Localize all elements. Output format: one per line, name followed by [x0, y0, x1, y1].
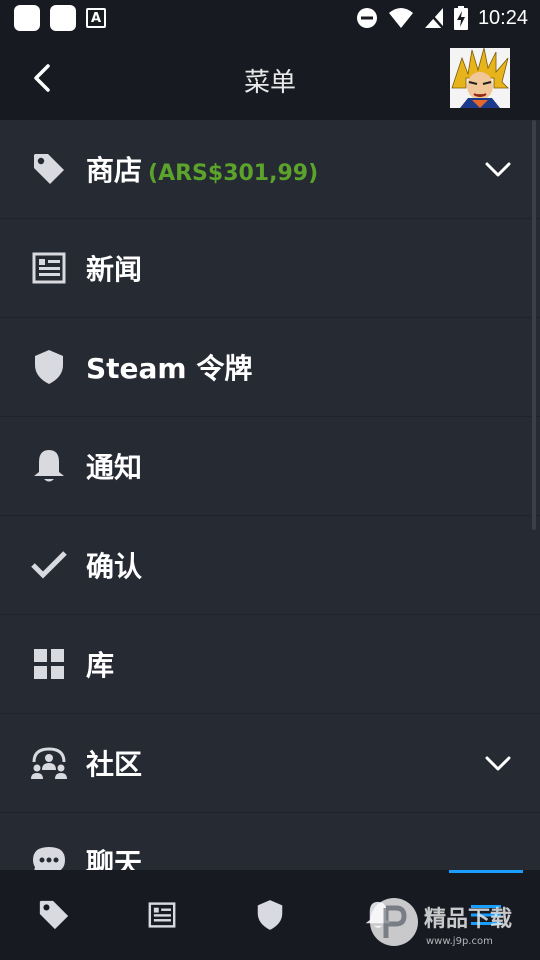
notification-a-icon: A: [86, 8, 106, 28]
menu-item-community[interactable]: 社区: [0, 714, 540, 813]
chevron-down-icon[interactable]: [484, 749, 512, 777]
bell-icon: [30, 447, 68, 485]
watermark-text: 精品下载: [424, 906, 512, 932]
status-notifications: A: [14, 5, 106, 31]
tab-news[interactable]: [108, 870, 216, 960]
tag-icon: [39, 900, 69, 930]
grid-icon: [30, 645, 68, 683]
menu-item-label: 确认: [86, 550, 143, 583]
chevron-down-icon[interactable]: [484, 155, 512, 183]
tab-store[interactable]: [0, 870, 108, 960]
checkmark-icon: [30, 546, 68, 584]
wifi-icon: [388, 8, 413, 28]
clock: 10:24: [477, 6, 528, 29]
menu-item-chat[interactable]: 聊天: [0, 813, 540, 872]
notification-icon: [50, 5, 76, 31]
menu-item-news[interactable]: 新闻: [0, 219, 540, 318]
menu-item-label: 商店 (ARS$301,99): [86, 154, 319, 187]
battery-charging-icon: [453, 6, 468, 30]
menu-list: 商店 (ARS$301,99) 新闻 Steam 令牌 通知 确认 库 社区 聊…: [0, 120, 540, 872]
app-header: 菜单: [0, 36, 540, 120]
shield-icon: [257, 900, 283, 930]
menu-item-notifications[interactable]: 通知: [0, 417, 540, 516]
watermark-url: www.j9p.com: [426, 936, 493, 947]
status-bar: A 10:24: [0, 0, 540, 36]
watermark: 精品下载 www.j9p.com: [366, 892, 536, 952]
chat-icon: [30, 843, 68, 872]
scrollbar[interactable]: [532, 120, 536, 530]
avatar-image: [450, 48, 510, 108]
status-indicators: 10:24: [356, 4, 528, 32]
notification-icon: [14, 5, 40, 31]
menu-item-label: 新闻: [86, 253, 143, 286]
menu-item-label: 库: [86, 649, 115, 682]
newspaper-icon: [30, 249, 68, 287]
menu-item-label: 聊天: [86, 847, 143, 872]
no-signal-icon: [424, 8, 444, 29]
menu-item-label: Steam 令牌: [86, 352, 253, 385]
tab-steam-guard[interactable]: [216, 870, 324, 960]
menu-item-steam-guard[interactable]: Steam 令牌: [0, 318, 540, 417]
avatar[interactable]: [450, 48, 510, 108]
wallet-balance: (ARS$301,99): [148, 161, 319, 186]
active-tab-indicator: [449, 870, 523, 873]
shield-icon: [30, 348, 68, 386]
tag-icon: [30, 150, 68, 188]
do-not-disturb-icon: [356, 8, 377, 28]
menu-item-library[interactable]: 库: [0, 615, 540, 714]
community-icon: [30, 744, 68, 782]
newspaper-icon: [148, 902, 176, 928]
menu-item-store[interactable]: 商店 (ARS$301,99): [0, 120, 540, 219]
menu-item-confirmations[interactable]: 确认: [0, 516, 540, 615]
menu-item-label: 通知: [86, 451, 143, 484]
menu-item-label: 社区: [86, 748, 143, 781]
